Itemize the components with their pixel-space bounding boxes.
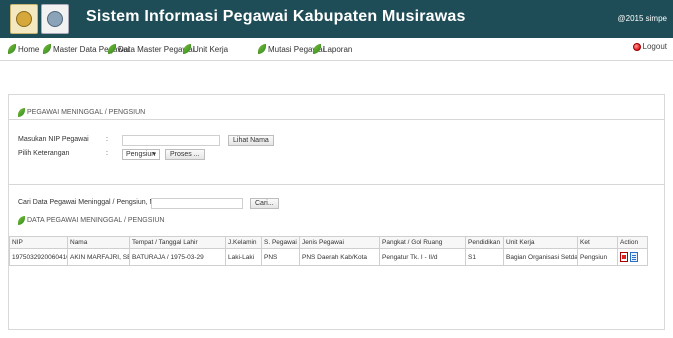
keterangan-colon: : bbox=[106, 150, 108, 157]
right-emblem-icon bbox=[41, 4, 69, 34]
header-unit: Unit Kerja bbox=[503, 236, 578, 249]
keterangan-label: Pilih Keterangan bbox=[18, 150, 70, 157]
pegawai-table: NIP Nama Tempat / Tanggal Lahir J.Kelami… bbox=[9, 236, 648, 266]
nav-laporan-label: Laporan bbox=[323, 44, 353, 54]
section-divider-2 bbox=[8, 184, 665, 185]
main-navigation: Home Master Data Pegawai Data Master Peg… bbox=[0, 38, 673, 61]
cell-status: PNS bbox=[261, 248, 300, 266]
header-status: S. Pegawai bbox=[261, 236, 300, 249]
cell-unit: Bagian Organisasi Setda bbox=[503, 248, 578, 266]
left-emblem-icon bbox=[10, 4, 38, 34]
keterangan-value: Pengsiun bbox=[126, 151, 156, 158]
nip-colon: : bbox=[106, 136, 108, 143]
proses-button[interactable]: Proses ... bbox=[165, 149, 205, 160]
leaf-icon bbox=[18, 216, 25, 225]
content-panel bbox=[8, 94, 665, 330]
logout-icon bbox=[632, 42, 641, 51]
app-header: Sistem Informasi Pegawai Kabupaten Musir… bbox=[0, 0, 673, 38]
leaf-icon bbox=[8, 44, 16, 54]
logout-link[interactable]: Logout bbox=[632, 42, 667, 51]
nip-label: Masukan NIP Pegawai bbox=[18, 136, 89, 143]
search-input[interactable] bbox=[151, 198, 243, 209]
header-pendidikan: Pendidikan bbox=[465, 236, 504, 249]
header-nip: NIP bbox=[9, 236, 68, 249]
cari-button[interactable]: Cari... bbox=[250, 198, 279, 209]
section-divider bbox=[8, 119, 665, 120]
logout-label: Logout bbox=[642, 42, 667, 51]
cell-nama: AKIN MARFAJRI, SE bbox=[67, 248, 130, 266]
nav-data-master-pegawai[interactable]: Data Master Pegawai bbox=[108, 44, 194, 54]
cell-nip: 197503292006041004 bbox=[9, 248, 68, 266]
table-header-row: NIP Nama Tempat / Tanggal Lahir J.Kelami… bbox=[9, 236, 648, 249]
header-jk: J.Kelamin bbox=[225, 236, 262, 249]
leaf-icon bbox=[258, 44, 266, 54]
header-jenis: Jenis Pegawai bbox=[299, 236, 380, 249]
pdf-icon[interactable] bbox=[620, 252, 628, 262]
header-pangkat: Pangkat / Gol Ruang bbox=[379, 236, 466, 249]
chevron-down-icon: ▾ bbox=[152, 151, 156, 158]
cell-ket: Pengsiun bbox=[577, 248, 618, 266]
leaf-icon bbox=[108, 44, 116, 54]
cell-pangkat: Pengatur Tk. I - II/d bbox=[379, 248, 466, 266]
table-section-title-text: DATA PEGAWAI MENINGGAL / PENGSIUN bbox=[27, 217, 165, 224]
header-action: Action bbox=[617, 236, 648, 249]
page-title: Sistem Informasi Pegawai Kabupaten Musir… bbox=[86, 8, 466, 25]
lihat-nama-button[interactable]: Lihat Nama bbox=[228, 135, 274, 146]
header-nama: Nama bbox=[67, 236, 130, 249]
header-ket: Ket bbox=[577, 236, 618, 249]
keterangan-select[interactable]: Pengsiun ▾ bbox=[122, 149, 160, 160]
cell-pendidikan: S1 bbox=[465, 248, 504, 266]
leaf-icon bbox=[313, 44, 321, 54]
document-icon[interactable] bbox=[630, 252, 638, 262]
cell-jk: Laki-Laki bbox=[225, 248, 262, 266]
section-title-pegawai: PEGAWAI MENINGGAL / PENGSIUN bbox=[18, 108, 145, 117]
cell-ttl: BATURAJA / 1975-03-29 bbox=[129, 248, 226, 266]
nav-unit-kerja[interactable]: Unit Kerja bbox=[183, 44, 228, 54]
nav-laporan[interactable]: Laporan bbox=[313, 44, 352, 54]
action-group bbox=[620, 251, 645, 263]
table-row: 197503292006041004 AKIN MARFAJRI, SE BAT… bbox=[9, 248, 648, 266]
nav-home[interactable]: Home bbox=[8, 44, 39, 54]
header-ttl: Tempat / Tanggal Lahir bbox=[129, 236, 226, 249]
nav-unit-kerja-label: Unit Kerja bbox=[193, 44, 229, 54]
leaf-icon bbox=[18, 108, 25, 117]
table-section-title: DATA PEGAWAI MENINGGAL / PENGSIUN bbox=[18, 216, 164, 225]
leaf-icon bbox=[183, 44, 191, 54]
leaf-icon bbox=[43, 44, 51, 54]
nip-input[interactable] bbox=[122, 135, 220, 146]
copyright-text: @2015 simpe bbox=[617, 14, 667, 23]
nav-home-label: Home bbox=[18, 44, 40, 54]
cell-action bbox=[617, 248, 648, 266]
section-title-text: PEGAWAI MENINGGAL / PENGSIUN bbox=[27, 109, 146, 116]
cell-jenis: PNS Daerah Kab/Kota bbox=[299, 248, 380, 266]
